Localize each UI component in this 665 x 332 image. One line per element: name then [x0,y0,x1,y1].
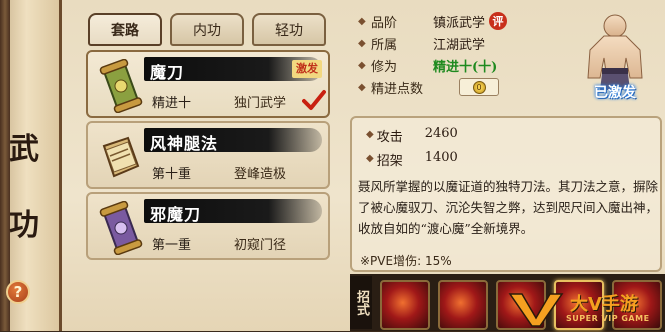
skill-stage: 独门武学 [234,96,287,111]
info-rank: ◆ 品阶 镇派武学 评 [358,10,558,32]
v-logo-icon [508,293,564,327]
scroll-icon [96,58,146,114]
skill-card-fengshen[interactable]: 风神腿法 第十重 登峰造极 [86,121,330,189]
left-scroll-panel: 武 功 ? [0,0,62,331]
diamond-icon: ◆ [358,81,366,93]
skill-stage: 初窥门径 [234,238,287,253]
watermark: 大V手游 SUPER VIP GAME [508,290,658,328]
status-badge: 激发 [292,60,322,78]
skill-name: 邪魔刀 [150,205,202,224]
info-sect: ◆ 所属 江湖武学 [358,37,486,53]
scroll-char-gong: 功 [9,208,39,243]
skill-level: 第一重 [152,238,192,253]
skill-list: 魔刀 激发 精进十 独门武学 风神腿法 第十重 登峰造极 邪魔刀 第一重 初窥门… [86,50,330,263]
skill-detail-panel: ◆ 攻击 2460 ◆ 招架 1400 聂风所掌握的以魔证道的独特刀法。其刀法之… [350,116,662,272]
skill-stage: 登峰造极 [234,167,287,182]
check-icon [302,90,326,110]
tab-qinggong[interactable]: 轻功 [252,13,326,46]
coin-icon: 0 [472,80,486,94]
help-icon: ? [13,283,23,301]
book-icon [96,129,146,185]
diamond-icon: ◆ [366,153,374,164]
skill-name: 魔刀 [150,63,185,82]
scroll-char-wu: 武 [9,132,39,167]
diamond-icon: ◆ [358,37,366,49]
points-box: 0 [459,78,499,96]
tab-taolu[interactable]: 套路 [88,13,162,46]
skill-level: 第十重 [152,167,192,182]
grade-badge[interactable]: 评 [489,12,508,30]
info-points: ◆ 精进点数 0 [358,76,558,98]
skill-card-modao[interactable]: 魔刀 激发 精进十 独门武学 [86,50,330,118]
scroll-icon [96,200,146,256]
info-cultivation: ◆ 修为 精进十(十) [358,59,498,75]
category-tabs: 套路 内功 轻功 [88,13,326,46]
moves-label: 招式 [350,276,372,329]
move-slot-2[interactable] [438,280,488,330]
diamond-icon: ◆ [358,59,366,71]
diamond-icon: ◆ [358,15,366,27]
move-slot-1[interactable] [380,280,430,330]
stat-parry: ◆ 招架 1400 [366,150,458,169]
skill-name: 风神腿法 [150,134,219,153]
skill-description: 聂风所掌握的以魔证道的独特刀法。其刀法之意，摒除了被心魔驭刀、沉沦失智之弊，达到… [358,179,659,236]
pve-bonus: ※PVE增伤: 15% [360,254,452,268]
skill-level: 精进十 [152,96,192,111]
stat-attack: ◆ 攻击 2460 [366,126,458,145]
skill-card-xiemodao[interactable]: 邪魔刀 第一重 初窥门径 [86,192,330,260]
activated-label: 已激发 [594,85,636,101]
skill-info: ◆ 品阶 镇派武学 评 ◆ 所属 江湖武学 ◆ 修为 精进十(十) ◆ 精进点数… [358,10,558,98]
diamond-icon: ◆ [366,129,374,140]
help-button[interactable]: ? [6,280,30,304]
tab-neigong[interactable]: 内功 [170,13,244,46]
